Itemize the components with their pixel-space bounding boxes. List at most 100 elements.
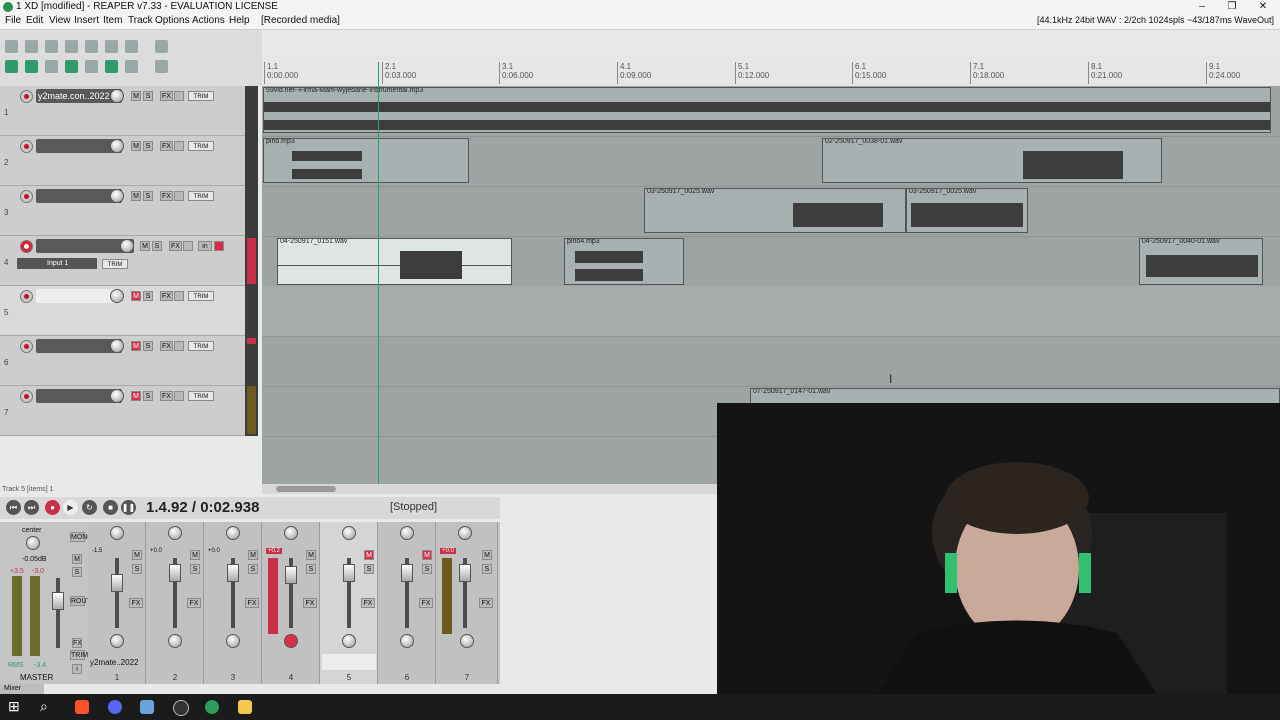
- phase-button[interactable]: [174, 391, 184, 401]
- media-item[interactable]: 59vid.net--Firma-Mam-wyjebane-Instrument…: [263, 87, 1271, 133]
- channel-mute-button[interactable]: M: [482, 550, 492, 560]
- channel-record-arm-button[interactable]: [460, 634, 474, 648]
- menu-file[interactable]: File: [5, 15, 21, 26]
- record-arm-button[interactable]: [20, 90, 33, 103]
- track-5[interactable]: 5 M S FX TRIM: [0, 286, 245, 336]
- notes-app-icon[interactable]: [140, 700, 154, 714]
- menu-item[interactable]: Item: [103, 15, 122, 26]
- channel-mute-button[interactable]: M: [422, 550, 432, 560]
- record-arm-button[interactable]: [20, 140, 33, 153]
- close-button[interactable]: ✕: [1249, 0, 1277, 14]
- open-project-icon[interactable]: [25, 40, 38, 53]
- trim-button[interactable]: TRIM: [102, 259, 128, 269]
- media-item[interactable]: 03-250917_0025.wav: [644, 188, 906, 233]
- channel-mute-button[interactable]: M: [306, 550, 316, 560]
- trim-button[interactable]: TRIM: [188, 341, 214, 351]
- undo-icon[interactable]: [85, 40, 98, 53]
- pan-knob[interactable]: [226, 526, 240, 540]
- record-arm-button[interactable]: [20, 290, 33, 303]
- grouping-icon[interactable]: [45, 60, 58, 73]
- fx-button[interactable]: FX: [160, 91, 173, 101]
- volume-knob[interactable]: [110, 139, 124, 153]
- stop-button[interactable]: ■: [103, 500, 118, 515]
- fx-button[interactable]: FX: [160, 341, 173, 351]
- project-settings-icon[interactable]: [65, 40, 78, 53]
- minimize-button[interactable]: –: [1188, 0, 1216, 14]
- file-explorer-icon[interactable]: [238, 700, 252, 714]
- fx-button[interactable]: FX: [160, 391, 173, 401]
- mute-button[interactable]: M: [131, 391, 141, 401]
- mute-button[interactable]: M: [131, 191, 141, 201]
- trim-button[interactable]: TRIM: [188, 91, 214, 101]
- track-3[interactable]: 3 M S FX TRIM: [0, 186, 245, 236]
- scroll-thumb[interactable]: [276, 486, 336, 492]
- master-fader[interactable]: [52, 592, 64, 610]
- channel-record-arm-button[interactable]: [284, 634, 298, 648]
- record-arm-button[interactable]: [20, 240, 33, 253]
- channel-record-arm-button[interactable]: [110, 634, 124, 648]
- pan-knob[interactable]: [168, 526, 182, 540]
- channel-solo-button[interactable]: S: [306, 564, 316, 574]
- channel-solo-button[interactable]: S: [364, 564, 374, 574]
- volume-knob[interactable]: [110, 339, 124, 353]
- volume-fader[interactable]: [401, 564, 413, 582]
- pan-knob[interactable]: [284, 526, 298, 540]
- channel-solo-button[interactable]: S: [190, 564, 200, 574]
- time-display[interactable]: 1.4.92 / 0:02.938: [146, 497, 259, 519]
- phase-button[interactable]: [174, 291, 184, 301]
- go-to-end-button[interactable]: ⏭: [24, 500, 39, 515]
- menu-track[interactable]: Track: [128, 15, 153, 26]
- fx-button[interactable]: FX: [160, 291, 173, 301]
- menu-view[interactable]: View: [49, 15, 71, 26]
- snap-icon[interactable]: [5, 60, 18, 73]
- menu-help[interactable]: Help: [229, 15, 250, 26]
- timeline-ruler[interactable]: 1.1 0:00.000 2.1 0:03.000 3.1 0:06.000 4.1 0…: [262, 56, 1280, 87]
- media-item[interactable]: 04-250917_0151.wav: [277, 238, 512, 285]
- record-arm-button[interactable]: [20, 340, 33, 353]
- solo-button[interactable]: S: [143, 91, 153, 101]
- track-6[interactable]: 6 M S FX TRIM: [0, 336, 245, 386]
- volume-fader[interactable]: [343, 564, 355, 582]
- pan-knob[interactable]: [110, 526, 124, 540]
- phase-button[interactable]: [174, 191, 184, 201]
- volume-fader[interactable]: [459, 564, 471, 582]
- pan-knob[interactable]: [458, 526, 472, 540]
- channel-solo-button[interactable]: S: [248, 564, 258, 574]
- channel-fx-button[interactable]: FX: [361, 598, 375, 608]
- channel-fx-button[interactable]: FX: [245, 598, 259, 608]
- mixer-channel-6[interactable]: M S FX 6: [378, 522, 436, 684]
- new-project-icon[interactable]: [5, 40, 18, 53]
- go-to-start-button[interactable]: ⏮: [6, 500, 21, 515]
- channel-solo-button[interactable]: S: [422, 564, 432, 574]
- media-item[interactable]: 02-250917_0038-01.wav: [822, 138, 1162, 183]
- mute-button[interactable]: M: [131, 341, 141, 351]
- master-solo-button[interactable]: S: [72, 567, 82, 577]
- lock-icon[interactable]: [125, 60, 138, 73]
- save-project-icon[interactable]: [45, 40, 58, 53]
- master-trim-button[interactable]: TRIM: [70, 650, 88, 660]
- mute-button[interactable]: M: [140, 241, 150, 251]
- input-monitor-button[interactable]: in: [198, 241, 212, 251]
- discord-icon[interactable]: [108, 700, 122, 714]
- record-button[interactable]: ●: [45, 500, 60, 515]
- track-2[interactable]: 2 M S FX TRIM: [0, 136, 245, 186]
- master-fx-button[interactable]: FX: [72, 638, 82, 648]
- volume-knob[interactable]: [120, 239, 134, 253]
- fx-button[interactable]: FX: [160, 141, 173, 151]
- channel-solo-button[interactable]: S: [482, 564, 492, 574]
- volume-knob[interactable]: [110, 189, 124, 203]
- channel-solo-button[interactable]: S: [132, 564, 142, 574]
- volume-fader[interactable]: [169, 564, 181, 582]
- pan-knob[interactable]: [342, 526, 356, 540]
- channel-record-arm-button[interactable]: [226, 634, 240, 648]
- pan-knob[interactable]: [400, 526, 414, 540]
- channel-name-field[interactable]: [322, 654, 376, 670]
- trim-button[interactable]: TRIM: [188, 291, 214, 301]
- trim-button[interactable]: TRIM: [188, 191, 214, 201]
- mixer-channel-3[interactable]: +0.0 M S FX 3: [204, 522, 262, 684]
- search-icon[interactable]: ⌕: [40, 698, 48, 715]
- master-pan-knob[interactable]: [26, 536, 40, 550]
- obs-icon[interactable]: [173, 700, 189, 716]
- track-7[interactable]: 7 M S FX TRIM: [0, 386, 245, 436]
- phase-button[interactable]: [174, 341, 184, 351]
